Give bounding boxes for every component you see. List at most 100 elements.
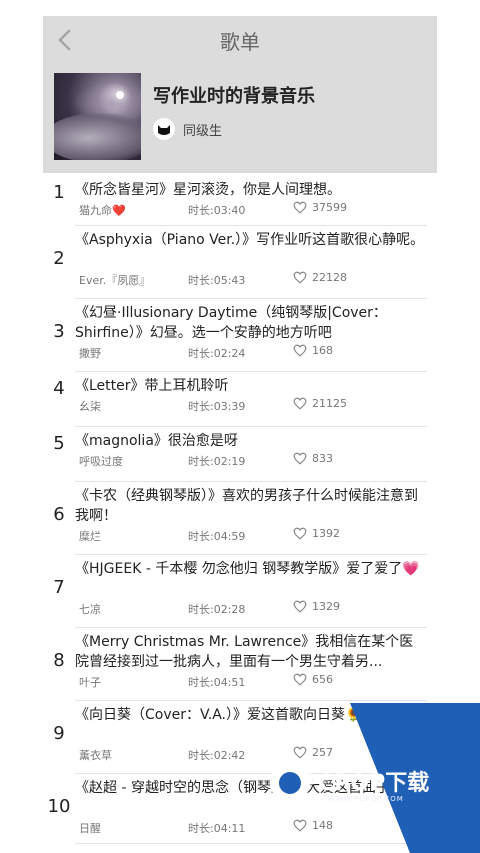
watermark-text: PCPOP下载 — [302, 771, 430, 796]
song-duration: 时长:04:11 — [188, 822, 246, 835]
song-artist: 撒野 — [79, 345, 101, 361]
like-button[interactable]: 168 — [293, 344, 333, 357]
song-duration: 时长:03:40 — [188, 204, 246, 217]
song-meta: 猫九命❤️ 时长:03:40 37599 — [75, 200, 427, 220]
song-index: 2 — [53, 248, 65, 269]
artist-name: Ever.『夙愿』 — [79, 274, 151, 287]
artist-name: 薰衣草 — [79, 749, 112, 762]
song-row[interactable]: 1 《所念皆星河》星河滚烫，你是人间理想。猫九命❤️ 时长:03:40 37599 — [53, 176, 427, 226]
song-duration: 时长:02:19 — [188, 455, 246, 468]
like-button[interactable]: 1392 — [293, 527, 340, 540]
song-artist: 幺柒 — [79, 398, 101, 414]
song-row[interactable]: 8 《Merry Christmas Mr. Lawrence》我相信在某个医院曾… — [53, 628, 427, 701]
creator-name: 同级生 — [183, 123, 223, 139]
song-artist: 七凉 — [79, 601, 101, 617]
song-meta: 糜烂 时长:04:59 1392 — [75, 526, 427, 546]
song-duration: 时长:02:42 — [188, 749, 246, 762]
song-index: 8 — [53, 650, 65, 671]
song-row[interactable]: 4 《Letter》带上耳机聆听幺柒 时长:03:39 21125 — [53, 372, 427, 427]
like-count: 22128 — [312, 271, 347, 284]
like-button[interactable]: 1329 — [293, 600, 340, 613]
song-index: 1 — [53, 182, 65, 203]
like-count: 833 — [312, 452, 333, 465]
song-artist: 日醒 — [79, 820, 101, 836]
heart-outline-icon — [293, 673, 307, 686]
song-title: 《卡农（经典钢琴版）》喜欢的男孩子什么时候能注意到我啊！ — [75, 488, 418, 524]
song-duration: 时长:04:59 — [188, 530, 246, 543]
song-artist: Ever.『夙愿』 — [79, 272, 150, 288]
song-index: 10 — [47, 796, 71, 817]
song-artist: 呼吸过度 — [79, 453, 123, 469]
like-count: 168 — [312, 344, 333, 357]
artist-name: 幺柒 — [79, 400, 101, 413]
artist-name: 日醒 — [79, 822, 101, 835]
like-count: 1329 — [312, 600, 340, 613]
song-title: 《magnolia》很治愈是呀 — [75, 433, 238, 449]
like-count: 1392 — [312, 527, 340, 540]
playlist-header: 歌单 写作业时的背景音乐 同级生 — [43, 16, 437, 173]
avatar — [153, 118, 175, 140]
song-title: 《幻昼·Illusionary Daytime（纯钢琴版|Cover：Shirf… — [75, 305, 387, 341]
song-duration: 时长:03:39 — [188, 400, 246, 413]
song-meta: Ever.『夙愿』 时长:05:43 22128 — [75, 270, 427, 290]
song-row[interactable]: 6 《卡农（经典钢琴版）》喜欢的男孩子什么时候能注意到我啊！ 糜烂 时长:04:59 1… — [53, 482, 427, 555]
artist-name: 呼吸过度 — [79, 455, 123, 468]
song-title: 《Merry Christmas Mr. Lawrence》我相信在某个医院曾经… — [75, 634, 414, 670]
heart-outline-icon — [293, 397, 307, 410]
artist-heart: ❤️ — [112, 204, 126, 217]
artist-name: 糜烂 — [79, 530, 101, 543]
creator-info[interactable]: 同级生 — [153, 118, 222, 140]
like-button[interactable]: 21125 — [293, 397, 347, 410]
heart-outline-icon — [293, 344, 307, 357]
song-artist: 薰衣草 — [79, 747, 112, 763]
artist-name: 叶子 — [79, 676, 101, 689]
song-meta: 撒野 时长:02:24 168 — [75, 343, 427, 363]
song-duration: 时长:02:28 — [188, 603, 246, 616]
song-row[interactable]: 5 《magnolia》很治愈是呀呼吸过度 时长:02:19 833 — [53, 427, 427, 482]
watermark-subtext: WWW.PCPOP.COM — [328, 795, 404, 803]
song-row[interactable]: 7 《HJGEEK - 千本樱 勿念他归 钢琴教学版》爱了爱了💗 七凉 时长:02:2… — [53, 555, 427, 628]
song-artist: 叶子 — [79, 674, 101, 690]
song-meta: 七凉 时长:02:28 1329 — [75, 599, 427, 619]
like-count: 21125 — [312, 397, 347, 410]
artist-name: 七凉 — [79, 603, 101, 616]
page-title: 歌单 — [220, 30, 260, 54]
song-meta: 幺柒 时长:03:39 21125 — [75, 396, 427, 416]
heart-outline-icon — [293, 201, 307, 214]
song-duration: 时长:05:43 — [188, 274, 246, 287]
song-index: 7 — [53, 577, 65, 598]
heart-outline-icon — [293, 600, 307, 613]
song-duration: 时长:04:51 — [188, 676, 246, 689]
heart-outline-icon — [293, 527, 307, 540]
song-title: 《Letter》带上耳机聆听 — [75, 378, 229, 394]
artist-name: 撒野 — [79, 347, 101, 360]
song-artist: 猫九命❤️ — [79, 202, 126, 218]
watermark: PCPOP下载 WWW.PCPOP.COM — [250, 703, 480, 853]
song-duration: 时长:02:24 — [188, 347, 246, 360]
heart-outline-icon — [293, 271, 307, 284]
song-title: 《HJGEEK - 千本樱 勿念他归 钢琴教学版》爱了爱了💗 — [75, 561, 420, 577]
song-artist: 糜烂 — [79, 528, 101, 544]
song-title: 《所念皆星河》星河滚烫，你是人间理想。 — [75, 182, 341, 198]
song-index: 3 — [53, 321, 65, 342]
artist-name: 猫九命 — [79, 204, 112, 217]
song-row[interactable]: 2 《Asphyxia（Piano Ver.）》写作业听这首歌很心静呢。 Ever.… — [53, 226, 427, 299]
like-count: 37599 — [312, 201, 347, 214]
song-meta: 呼吸过度 时长:02:19 833 — [75, 451, 427, 471]
playlist-name: 写作业时的背景音乐 — [153, 86, 315, 107]
cat-avatar-icon — [158, 125, 170, 135]
song-row[interactable]: 3 《幻昼·Illusionary Daytime（纯钢琴版|Cover：Shir… — [53, 299, 427, 372]
song-index: 5 — [53, 433, 65, 454]
like-button[interactable]: 22128 — [293, 271, 347, 284]
like-button[interactable]: 833 — [293, 452, 333, 465]
heart-outline-icon — [293, 452, 307, 465]
like-button[interactable]: 656 — [293, 673, 333, 686]
song-index: 4 — [53, 378, 65, 399]
song-title: 《Asphyxia（Piano Ver.）》写作业听这首歌很心静呢。 — [75, 232, 425, 248]
playlist-cover[interactable] — [54, 73, 141, 160]
like-count: 656 — [312, 673, 333, 686]
like-button[interactable]: 37599 — [293, 201, 347, 214]
song-meta: 叶子 时长:04:51 656 — [75, 672, 427, 692]
song-index: 6 — [53, 504, 65, 525]
song-index: 9 — [53, 723, 65, 744]
